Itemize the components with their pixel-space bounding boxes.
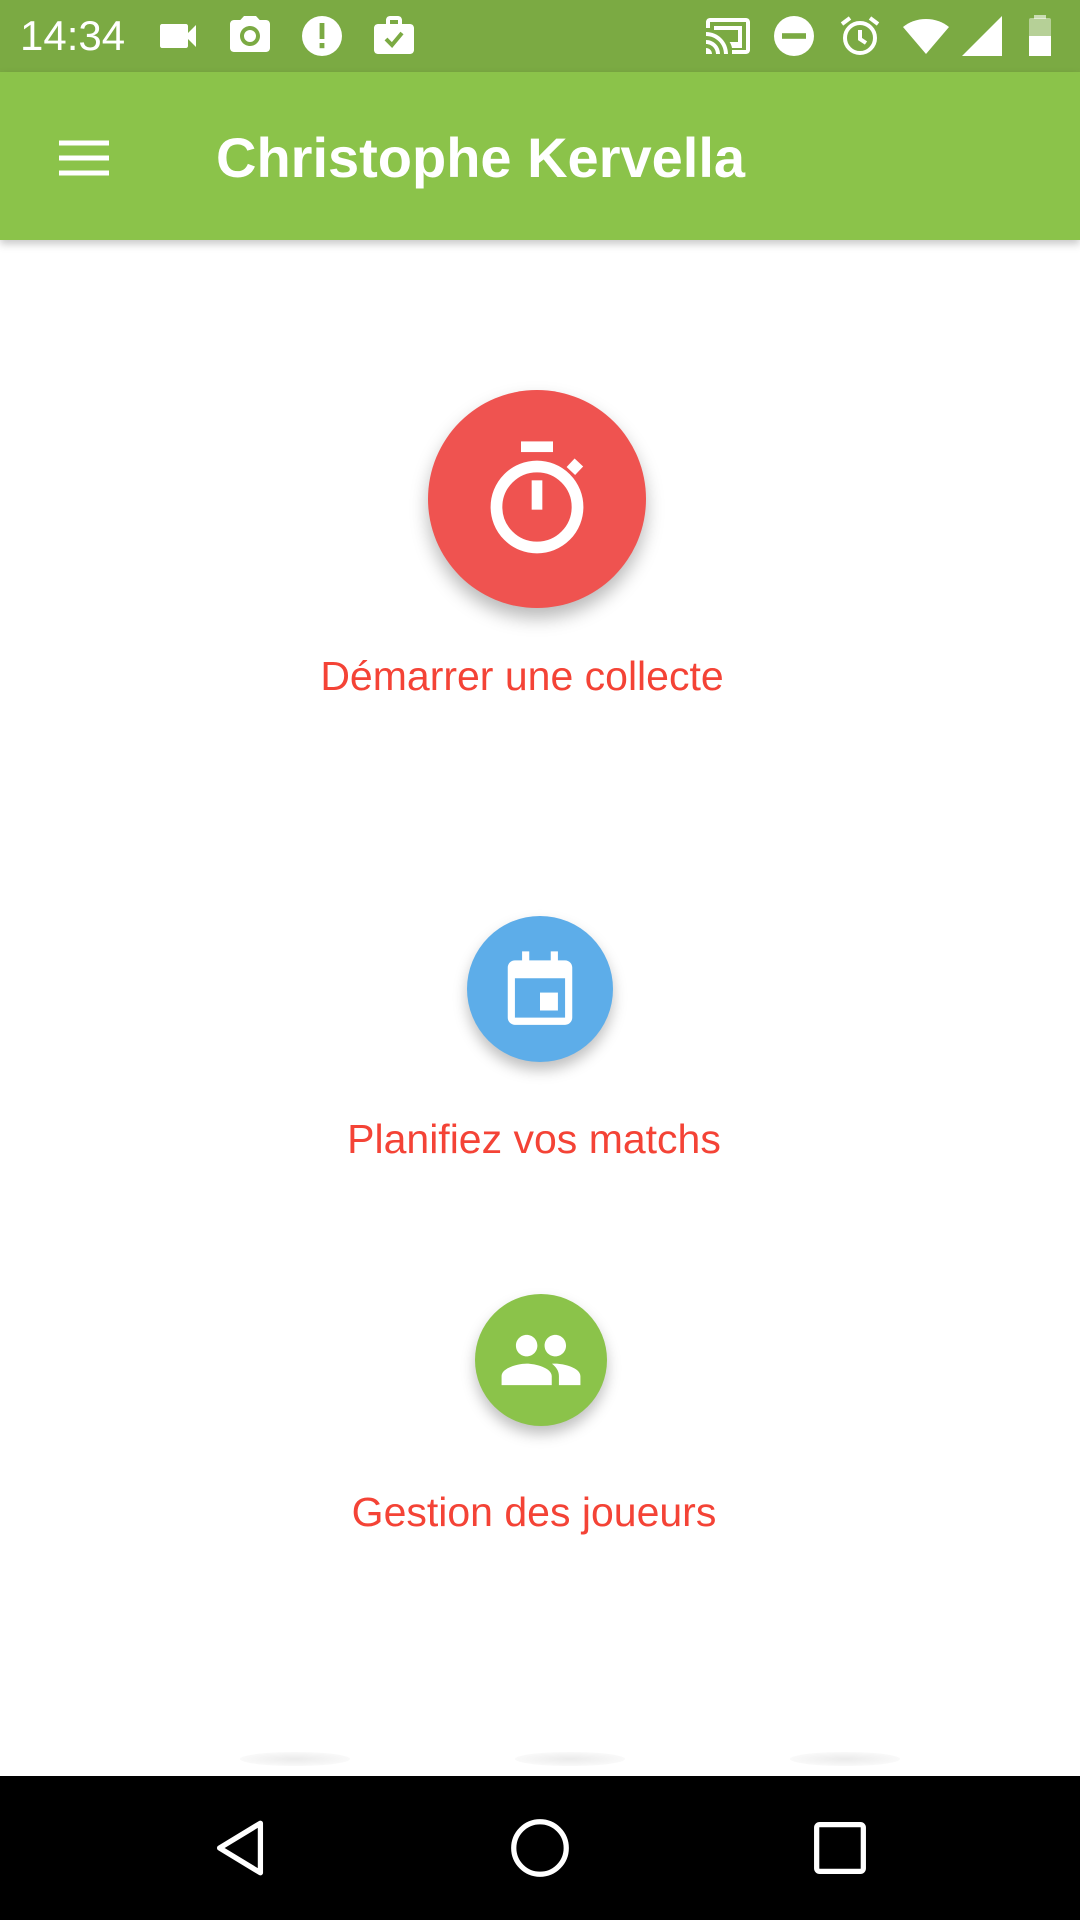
back-button[interactable] [190,1798,290,1898]
manage-players-button[interactable] [475,1294,607,1426]
work-check-icon [370,12,418,60]
people-icon [501,1334,581,1386]
home-icon [511,1819,569,1877]
home-button[interactable] [490,1798,590,1898]
plan-matches-label[interactable]: Planifiez vos matchs [0,1113,1080,1165]
hamburger-menu-icon [59,140,109,176]
plan-matches-button[interactable] [467,916,613,1062]
recents-button[interactable] [790,1798,890,1898]
alert-icon [298,12,346,60]
recents-icon [814,1822,866,1874]
status-time: 14:34 [20,12,126,59]
back-icon [216,1820,264,1876]
status-bar: 14:34 [0,0,1080,72]
start-collection-label[interactable]: Démarrer une collecte [0,650,1080,702]
navigation-bar [0,1776,1080,1920]
camera-icon [226,12,274,60]
video-camera-icon [154,12,202,60]
start-collection-button[interactable] [428,390,646,608]
bottom-shadows [0,1748,1080,1778]
cast-icon [704,12,752,60]
wifi-icon [902,12,950,60]
signal-icon [958,12,1006,60]
battery-icon [1016,12,1064,60]
manage-players-label[interactable]: Gestion des joueurs [0,1486,1080,1538]
do-not-disturb-icon [770,12,818,60]
menu-button[interactable] [40,114,128,202]
alarm-icon [836,12,884,60]
calendar-icon [507,951,573,1025]
app-title: Christophe Kervella [216,126,746,189]
stopwatch-icon [490,441,584,554]
